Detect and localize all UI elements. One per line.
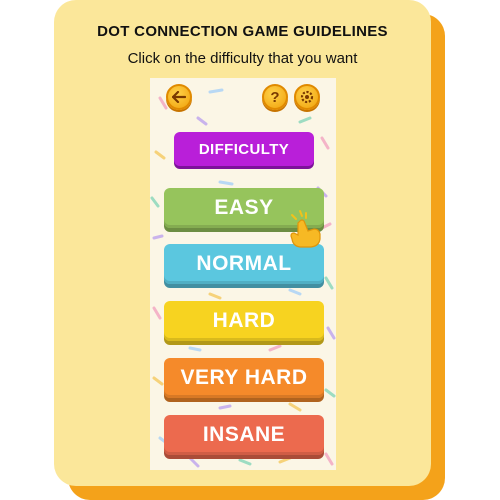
help-button[interactable]: ?: [262, 84, 288, 110]
insane-button[interactable]: INSANE: [164, 415, 324, 455]
very-hard-button[interactable]: VERY HARD: [164, 358, 324, 398]
settings-button[interactable]: [294, 84, 320, 110]
normal-button[interactable]: NORMAL: [164, 244, 324, 284]
arrow-left-icon: [172, 91, 186, 103]
difficulty-label: DIFFICULTY: [174, 132, 314, 166]
gear-icon: [300, 90, 314, 104]
hard-button[interactable]: HARD: [164, 301, 324, 341]
back-button[interactable]: [166, 84, 192, 110]
guidelines-title: DOT CONNECTION GAME GUIDELINES: [97, 23, 388, 40]
pointing-hand-icon: [290, 210, 321, 248]
game-screen: ? DIFFICULTY EASY NORMAL HARD VERY HARD …: [150, 78, 336, 470]
question-mark-icon: ?: [270, 88, 280, 106]
guidelines-card: DOT CONNECTION GAME GUIDELINES Click on …: [54, 0, 431, 486]
guidelines-subtitle: Click on the difficulty that you want: [127, 50, 358, 67]
